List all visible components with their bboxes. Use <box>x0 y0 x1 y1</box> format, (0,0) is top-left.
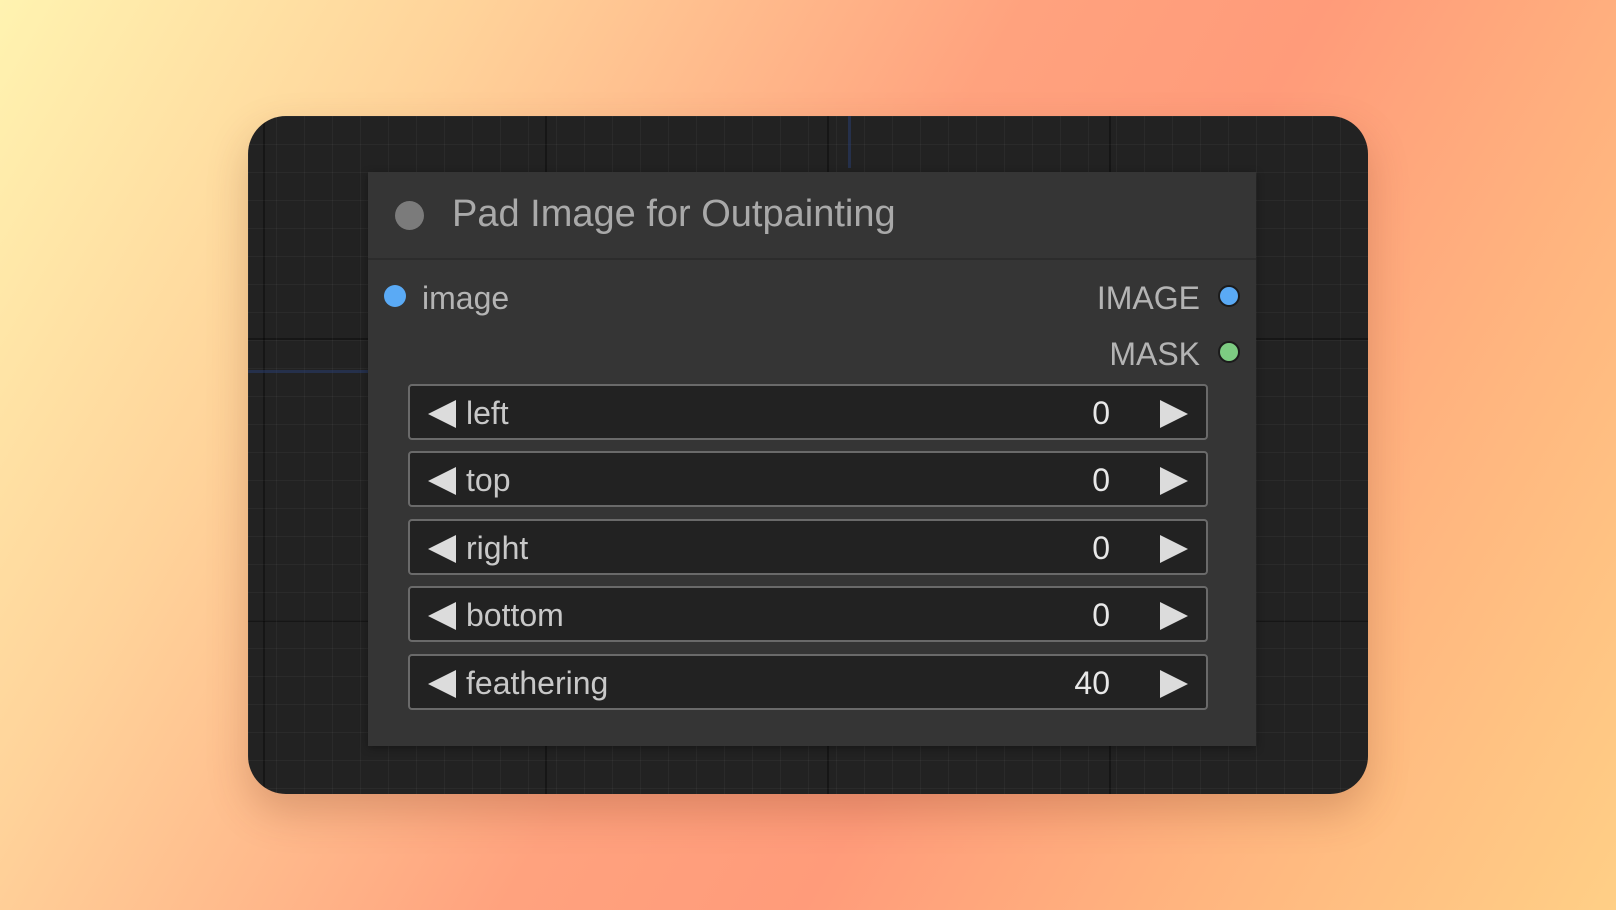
triangle-left-icon[interactable] <box>428 400 456 428</box>
widget-label: bottom <box>466 597 564 633</box>
triangle-right-icon[interactable] <box>1160 535 1188 563</box>
output-slot-label: IMAGE <box>1096 280 1200 316</box>
triangle-right-icon[interactable] <box>1160 400 1188 428</box>
output-slot-mask[interactable]: MASK <box>1020 332 1240 372</box>
triangle-left-icon[interactable] <box>428 467 456 495</box>
triangle-left-icon[interactable] <box>428 602 456 630</box>
input-connector-dot[interactable] <box>384 285 406 307</box>
widget-label: left <box>466 395 509 431</box>
node-graph-canvas[interactable]: Pad Image for Outpainting image IMAGE MA… <box>248 116 1368 794</box>
canvas-guide-line-horizontal <box>248 370 368 373</box>
triangle-right-icon[interactable] <box>1160 670 1188 698</box>
widget-right[interactable]: right 0 <box>408 519 1208 575</box>
widget-bottom[interactable]: bottom 0 <box>408 586 1208 642</box>
input-slot-label: image <box>422 280 510 316</box>
widget-label: top <box>466 462 511 498</box>
widget-value[interactable]: 0 <box>1092 529 1110 567</box>
node-header[interactable]: Pad Image for Outpainting <box>368 172 1256 260</box>
input-slot-image[interactable]: image <box>384 276 584 316</box>
output-connector-dot[interactable] <box>1218 341 1240 363</box>
widget-value[interactable]: 40 <box>1074 664 1110 702</box>
collapse-dot-icon[interactable] <box>395 201 424 230</box>
widget-value[interactable]: 0 <box>1092 596 1110 634</box>
canvas-guide-line-vertical <box>848 116 851 168</box>
output-slot-image[interactable]: IMAGE <box>1020 276 1240 316</box>
pad-image-node[interactable]: Pad Image for Outpainting image IMAGE MA… <box>368 172 1256 746</box>
node-title: Pad Image for Outpainting <box>452 193 896 235</box>
widget-label: feathering <box>466 665 609 701</box>
output-connector-dot[interactable] <box>1218 285 1240 307</box>
widget-label: right <box>466 530 529 566</box>
widget-left[interactable]: left 0 <box>408 384 1208 440</box>
widget-value[interactable]: 0 <box>1092 394 1110 432</box>
triangle-right-icon[interactable] <box>1160 467 1188 495</box>
triangle-left-icon[interactable] <box>428 670 456 698</box>
widget-value[interactable]: 0 <box>1092 461 1110 499</box>
widget-top[interactable]: top 0 <box>408 451 1208 507</box>
triangle-left-icon[interactable] <box>428 535 456 563</box>
output-slot-label: MASK <box>1109 336 1200 372</box>
triangle-right-icon[interactable] <box>1160 602 1188 630</box>
widget-feathering[interactable]: feathering 40 <box>408 654 1208 710</box>
